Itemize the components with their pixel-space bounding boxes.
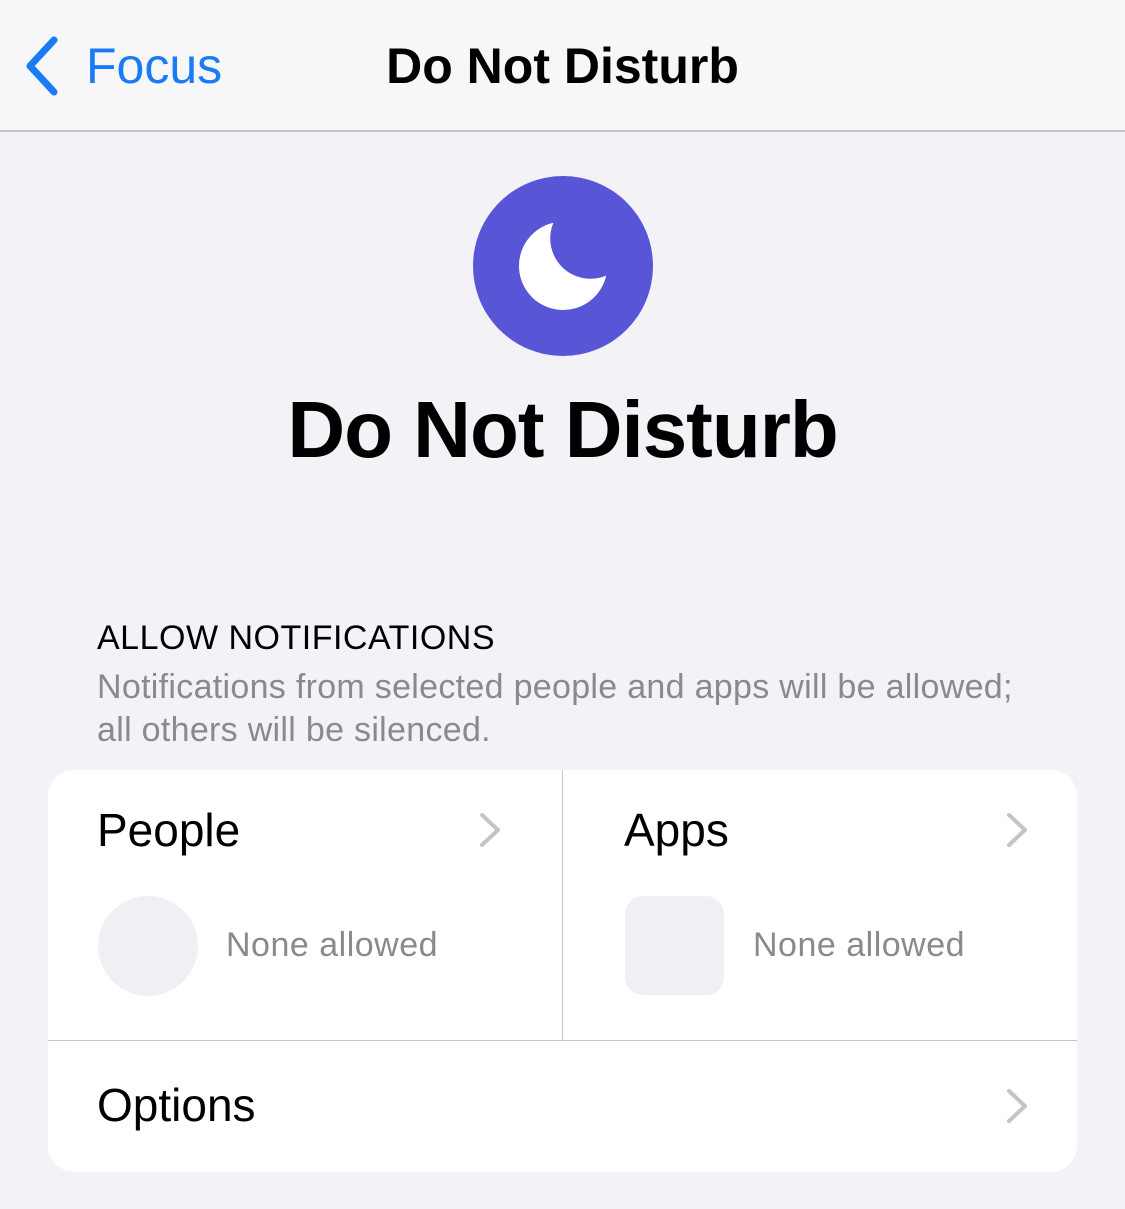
options-label: Options [97, 1079, 256, 1131]
apps-cell[interactable]: Apps None allowed [563, 770, 1077, 1040]
people-cell[interactable]: People None allowed [48, 770, 562, 1040]
chevron-right-icon [478, 812, 502, 853]
allow-notifications-card: People None allowed Apps None allowed Op… [48, 770, 1077, 1172]
navigation-bar: Focus Do Not Disturb [0, 0, 1125, 132]
moon-icon [473, 176, 653, 356]
app-placeholder-icon [625, 896, 724, 995]
person-placeholder-avatar [98, 896, 198, 996]
focus-title: Do Not Disturb [287, 385, 838, 474]
chevron-right-icon [1005, 1088, 1029, 1129]
apps-status: None allowed [753, 926, 966, 964]
options-row[interactable]: Options [48, 1041, 1077, 1172]
section-header: ALLOW NOTIFICATIONS [97, 619, 496, 657]
chevron-right-icon [1005, 812, 1029, 853]
section-description: Notifications from selected people and a… [97, 668, 1013, 749]
apps-label: Apps [624, 804, 729, 856]
people-label: People [97, 804, 241, 856]
nav-title: Do Not Disturb [386, 38, 739, 94]
people-status: None allowed [226, 926, 439, 964]
